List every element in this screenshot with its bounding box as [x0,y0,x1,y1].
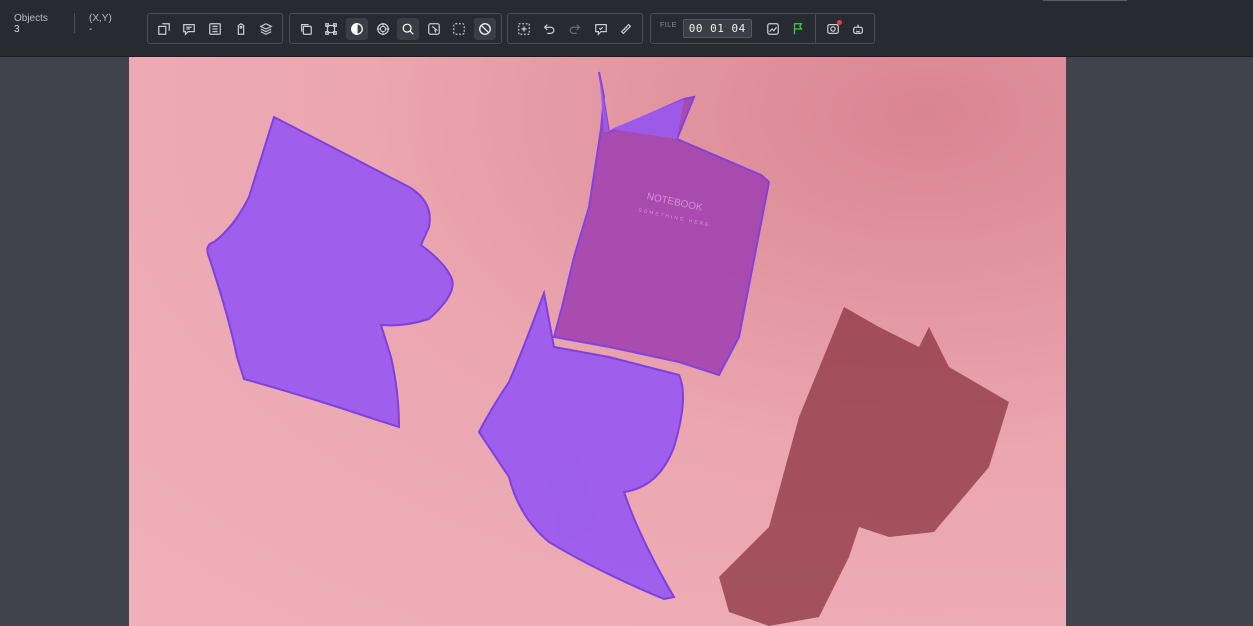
file-label: FILE [660,22,677,29]
select-area-icon [453,22,466,35]
pointer-button[interactable] [423,18,445,40]
ruler-button[interactable] [615,18,637,40]
slash-button[interactable] [473,17,496,40]
review-icon [594,23,607,36]
toolbar-divider [814,13,816,44]
objects-label: Objects [14,13,48,24]
flag-icon [794,22,803,34]
tool-group-edit [507,13,643,44]
copy-icon [300,23,312,35]
comment-icon [183,23,196,36]
crop-icon [157,22,170,35]
layers-button[interactable] [255,18,277,40]
redo-button[interactable] [564,18,586,40]
coordinates-stat: (X,Y) - [89,13,112,35]
objects-stat: Objects 3 [14,13,48,35]
undo-button[interactable] [538,18,560,40]
tool-group-select [289,13,502,44]
contrast-icon [351,22,363,35]
contrast-button[interactable] [345,17,368,40]
trend-button[interactable] [762,18,784,40]
camera-button[interactable] [822,18,844,40]
tag-icon [237,22,244,35]
undo-icon [544,23,555,34]
notification-dot [836,19,842,25]
tool-group-annotate [147,13,283,44]
search-button[interactable] [397,17,420,40]
crop-button[interactable] [153,18,175,40]
redo-icon [569,23,581,34]
comment-button[interactable] [178,18,200,40]
layers-icon [259,22,273,35]
select-area-button[interactable] [448,18,470,40]
search-icon [402,23,414,35]
annotation-toolbar: Objects 3 (X,Y) - FILE 00 01 04 [0,0,1253,57]
robot-icon [853,24,864,34]
ruler-icon [620,23,632,34]
tag-button[interactable] [230,18,252,40]
robot-button[interactable] [847,18,869,40]
bounding-box-icon [325,22,338,35]
stat-divider [74,13,75,33]
top-edge-tab [1043,0,1127,1]
slash-icon [479,22,491,35]
copy-button[interactable] [295,18,317,40]
add-region-icon [517,22,530,35]
list-button[interactable] [204,18,226,40]
objects-count: 3 [14,24,20,35]
coordinates-value: - [89,24,93,35]
target-button[interactable] [372,18,394,40]
annotated-image: NOTEBOOK SOMETHING HERE [129,57,1066,626]
list-icon [209,22,221,35]
image-canvas[interactable]: NOTEBOOK SOMETHING HERE [129,57,1066,626]
bounding-box-button[interactable] [320,18,342,40]
tool-group-file: FILE 00 01 04 [650,13,876,44]
target-icon [376,22,389,35]
file-timer: 00 01 04 [682,19,752,38]
add-region-button[interactable] [513,18,535,40]
review-button[interactable] [590,18,612,40]
trend-icon [766,22,779,35]
flag-button[interactable] [787,18,809,40]
coordinates-label: (X,Y) [89,13,112,24]
pointer-icon [427,22,440,35]
